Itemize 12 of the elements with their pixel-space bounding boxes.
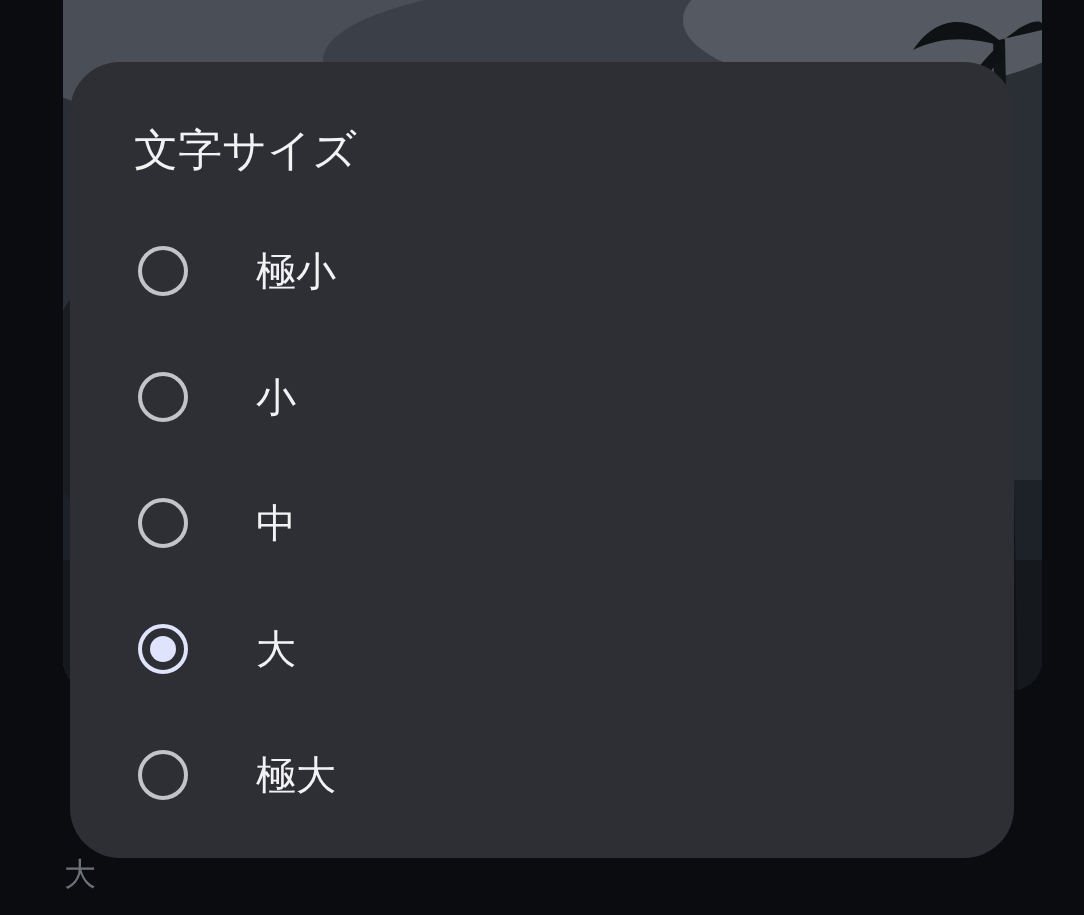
option-label[interactable]: 極大 <box>256 750 336 800</box>
radio-button[interactable] <box>138 624 188 674</box>
option-label[interactable]: 中 <box>256 498 296 548</box>
option-label[interactable]: 大 <box>256 624 296 674</box>
radio-button[interactable] <box>138 498 188 548</box>
radio-button[interactable] <box>138 246 188 296</box>
dialog-title: 文字サイズ <box>134 123 357 177</box>
radio-button[interactable] <box>138 372 188 422</box>
radio-button[interactable] <box>138 750 188 800</box>
option-label[interactable]: 小 <box>256 372 296 422</box>
option-label[interactable]: 極小 <box>256 246 336 296</box>
subtitle-text: 大 <box>64 854 96 894</box>
